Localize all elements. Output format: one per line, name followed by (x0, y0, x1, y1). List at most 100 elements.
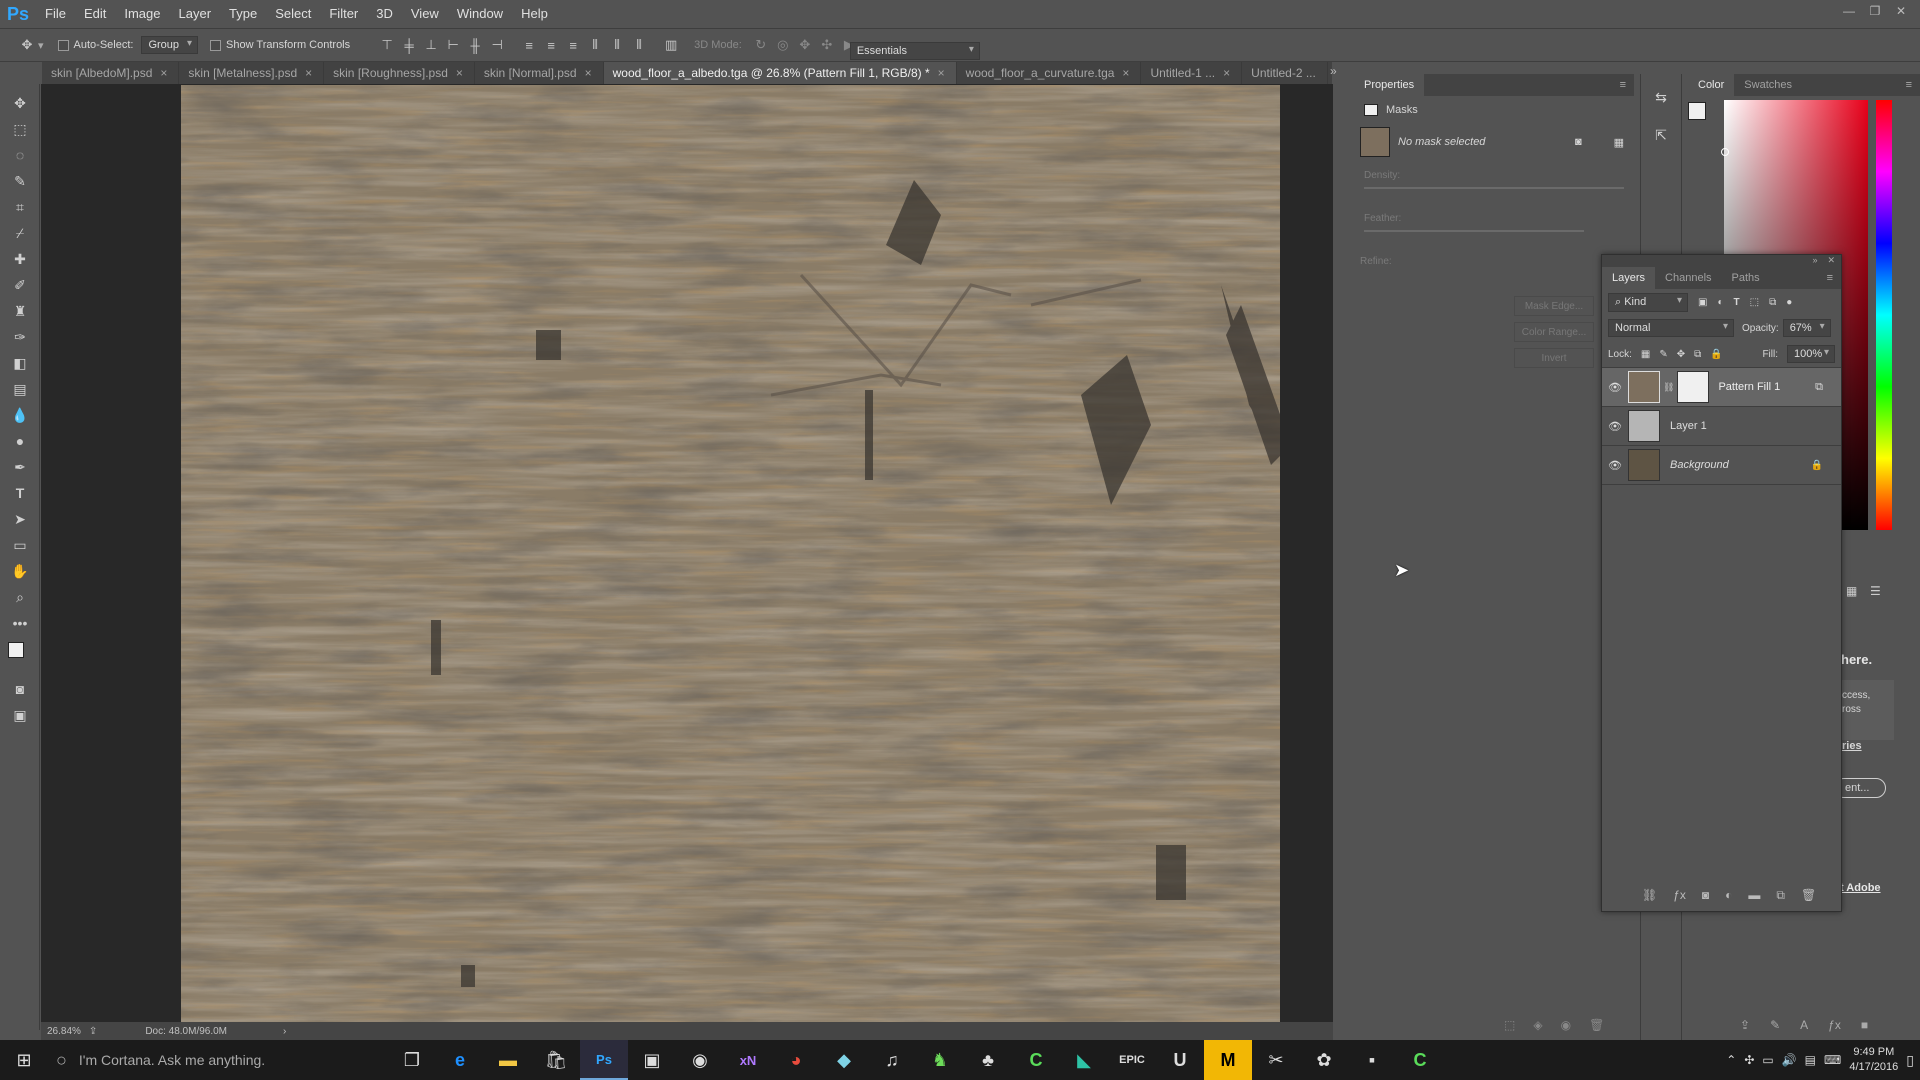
mask-thumbnail[interactable] (1677, 371, 1710, 403)
menu-layer[interactable]: Layer (170, 0, 221, 28)
visibility-eye-icon[interactable]: 👁 (1602, 459, 1628, 472)
network-icon[interactable]: ▭ (1762, 1053, 1773, 1067)
fill-input[interactable]: 100% (1787, 345, 1835, 363)
tab-untitled-2[interactable]: Untitled-2 ... (1242, 62, 1328, 84)
menu-window[interactable]: Window (448, 0, 512, 28)
filter-smart-icon[interactable]: ⧉ (1769, 297, 1776, 308)
menu-filter[interactable]: Filter (320, 0, 367, 28)
distribute-top-icon[interactable]: ≡ (518, 34, 540, 56)
xnview-icon[interactable]: xN (724, 1040, 772, 1080)
filter-shape-icon[interactable]: ⬚ (1750, 297, 1759, 308)
tab-color[interactable]: Color (1688, 74, 1735, 96)
layer-row-layer-1[interactable]: 👁 Layer 1 (1602, 407, 1841, 446)
marquee-tool-icon[interactable]: ⬚ (0, 116, 40, 142)
layers-panel-titlebar[interactable]: » ✕ (1602, 255, 1841, 267)
healing-brush-tool-icon[interactable]: ✚ (0, 246, 40, 272)
3d-rotate-icon[interactable]: ↻ (750, 34, 772, 56)
distribute-right-icon[interactable]: ⦀ (628, 34, 650, 56)
invert-button[interactable]: Invert (1514, 348, 1594, 368)
crop-tool-icon[interactable]: ⌗ (0, 194, 40, 220)
status-menu-icon[interactable]: › (283, 1026, 286, 1037)
color-range-button[interactable]: Color Range... (1514, 322, 1594, 342)
cortana-search-box[interactable]: ○ I'm Cortana. Ask me anything. (48, 1040, 388, 1080)
restore-icon[interactable]: ❐ (1862, 0, 1888, 22)
app-icon-6[interactable]: C (1012, 1040, 1060, 1080)
link-layers-icon[interactable]: ⛓ (1642, 888, 1657, 903)
blend-mode-dropdown[interactable]: Normal (1608, 319, 1734, 337)
blur-tool-icon[interactable]: 💧 (0, 402, 40, 428)
close-tab-icon[interactable]: × (585, 66, 592, 80)
collapse-icon[interactable]: » (1812, 255, 1817, 267)
align-vcenter-icon[interactable]: ╪ (398, 34, 420, 56)
app-icon-7[interactable]: ◣ (1060, 1040, 1108, 1080)
app-icon-4[interactable]: ♞ (916, 1040, 964, 1080)
app-icon-8[interactable]: M (1204, 1040, 1252, 1080)
layer-row-pattern-fill[interactable]: 👁 ⛓ Pattern Fill 1 ⧉ (1602, 368, 1841, 407)
layer-row-background[interactable]: 👁 Background 🔒 (1602, 446, 1841, 485)
auto-select-checkbox[interactable] (57, 39, 69, 51)
layer-name[interactable]: Background (1670, 459, 1729, 471)
task-view-icon[interactable]: ❐ (388, 1040, 436, 1080)
filter-adjustment-icon[interactable]: ◐ (1717, 297, 1723, 308)
align-top-icon[interactable]: ⊤ (376, 34, 398, 56)
align-right-icon[interactable]: ⊣ (486, 34, 508, 56)
tab-untitled-1[interactable]: Untitled-1 ... × (1141, 62, 1243, 84)
distribute-vcenter-icon[interactable]: ≡ (540, 34, 562, 56)
tab-channels[interactable]: Channels (1655, 267, 1721, 289)
document-canvas[interactable] (181, 85, 1280, 1022)
menu-3d[interactable]: 3D (367, 0, 402, 28)
history-panel-icon[interactable]: ⇆ (1641, 84, 1681, 110)
type-tool-icon[interactable]: T (0, 480, 40, 506)
align-left-icon[interactable]: ⊢ (442, 34, 464, 56)
adobe-link[interactable]: t Adobe (1840, 882, 1881, 894)
move-tool-icon[interactable]: ✥ (16, 34, 38, 56)
workspace-dropdown[interactable]: Essentials (849, 42, 980, 60)
lock-artboard-icon[interactable]: ⧉ (1694, 349, 1701, 360)
3d-pan-icon[interactable]: ✥ (794, 34, 816, 56)
distribute-left-icon[interactable]: ⦀ (584, 34, 606, 56)
fx-icon[interactable]: ƒx (1828, 1018, 1841, 1032)
tab-skin-roughness[interactable]: skin [Roughness].psd × (324, 62, 475, 84)
add-mask-icon[interactable]: ◙ (1702, 888, 1709, 903)
tab-paths[interactable]: Paths (1722, 267, 1770, 289)
3d-slide-icon[interactable]: ✣ (816, 34, 838, 56)
new-group-icon[interactable]: ▬ (1748, 888, 1760, 903)
windows-start-icon[interactable]: ⊞ (0, 1040, 48, 1080)
grid-view-icon[interactable]: ▦ (1846, 584, 1857, 598)
color-swatch-icon[interactable]: ■ (1861, 1018, 1868, 1032)
menu-view[interactable]: View (402, 0, 448, 28)
tab-layers[interactable]: Layers (1602, 267, 1656, 289)
tab-skin-albedom[interactable]: skin [AlbedoM].psd × (42, 62, 180, 84)
gradient-tool-icon[interactable]: ▤ (0, 376, 40, 402)
app-icon-5[interactable]: ♣ (964, 1040, 1012, 1080)
rectangle-tool-icon[interactable]: ▭ (0, 532, 40, 558)
fx-icon[interactable]: ƒx (1673, 888, 1686, 903)
unreal-icon[interactable]: U (1156, 1040, 1204, 1080)
itunes-icon[interactable]: ♫ (868, 1040, 916, 1080)
color-swatches[interactable] (0, 636, 39, 676)
auto-align-icon[interactable]: ▥ (660, 34, 682, 56)
lock-pixels-icon[interactable]: ✎ (1659, 349, 1667, 360)
pixel-mask-icon[interactable]: ◙ (1575, 136, 1582, 148)
history-brush-tool-icon[interactable]: ✑ (0, 324, 40, 350)
vector-mask-icon[interactable]: ▦ (1614, 136, 1624, 149)
menu-file[interactable]: File (36, 0, 75, 28)
close-tab-icon[interactable]: × (1223, 66, 1230, 80)
upload-icon[interactable]: ⇪ (1740, 1018, 1750, 1032)
lock-all-icon[interactable]: 🔒 (1710, 349, 1722, 360)
close-icon[interactable]: ✕ (1827, 255, 1835, 267)
color-picker-handle[interactable] (1721, 148, 1729, 156)
chrome-icon[interactable]: ◕ (772, 1040, 820, 1080)
layer-name[interactable]: Layer 1 (1670, 420, 1707, 432)
brush-icon[interactable]: ✎ (1770, 1018, 1780, 1032)
panel-menu-icon[interactable]: ≡ (1906, 79, 1912, 91)
auto-select-dropdown[interactable]: Group (141, 36, 199, 54)
hand-tool-icon[interactable]: ✋ (0, 558, 40, 584)
app-icon-3[interactable]: ◆ (820, 1040, 868, 1080)
disable-mask-icon[interactable]: ◉ (1561, 1018, 1571, 1032)
close-icon[interactable]: ✕ (1888, 0, 1914, 22)
load-selection-icon[interactable]: ⬚ (1504, 1018, 1515, 1032)
share-icon[interactable]: ⇪ (89, 1026, 97, 1037)
keyboard-icon[interactable]: ⌨ (1824, 1053, 1841, 1067)
screen-mode-icon[interactable]: ▣ (0, 702, 40, 728)
